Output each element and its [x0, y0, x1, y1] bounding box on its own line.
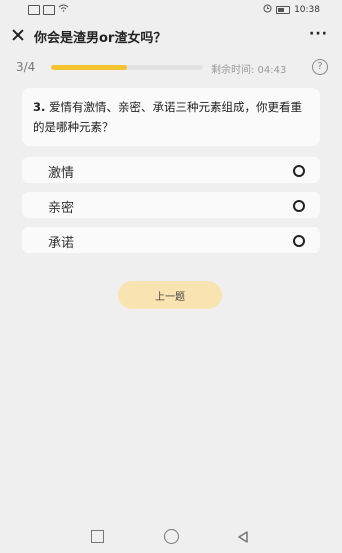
progress-fill	[51, 65, 127, 70]
status-bar: 10:38	[0, 0, 342, 18]
question-card: 3. 爱情有激情、亲密、承诺三种元素组成，你更看重的是哪种元素？	[22, 88, 320, 146]
close-icon[interactable]	[11, 28, 25, 42]
status-time: 10:38	[294, 5, 320, 15]
nav-bar: 你会是渣男or渣女吗？ ···	[0, 22, 342, 50]
more-icon[interactable]: ···	[309, 26, 328, 42]
progress-label: 3/4	[16, 60, 36, 74]
radio-icon[interactable]	[293, 165, 305, 177]
timer-text: 剩余时间: 04:43	[211, 65, 287, 76]
help-icon[interactable]: ?	[312, 59, 328, 75]
recent-apps-icon[interactable]	[91, 530, 104, 543]
option-label: 激情	[48, 166, 75, 181]
question-number: 3.	[33, 100, 46, 114]
radio-icon[interactable]	[293, 235, 305, 247]
system-nav-bar	[0, 522, 342, 552]
wifi-icon	[58, 4, 69, 15]
radio-icon[interactable]	[293, 200, 305, 212]
status-left	[28, 4, 69, 15]
progress-row: 3/4 剩余时间: 04:43 ?	[0, 56, 342, 78]
alarm-icon	[263, 4, 272, 16]
option-label: 承诺	[48, 236, 75, 251]
question-text: 3. 爱情有激情、亲密、承诺三种元素组成，你更看重的是哪种元素？	[33, 97, 313, 137]
question-body: 爱情有激情、亲密、承诺三种元素组成，你更看重的是哪种元素？	[33, 100, 303, 134]
battery-icon	[276, 6, 291, 14]
page-title: 你会是渣男or渣女吗？	[34, 31, 167, 46]
prev-question-button[interactable]: 上一题	[118, 281, 222, 309]
progress-bar	[51, 65, 203, 70]
option-item[interactable]: 激情	[22, 157, 320, 183]
signal-icon	[28, 4, 40, 15]
status-right: 10:38	[263, 4, 320, 16]
home-icon[interactable]	[164, 529, 179, 544]
signal-icon-2	[43, 4, 55, 15]
option-item[interactable]: 亲密	[22, 192, 320, 218]
back-icon[interactable]	[236, 529, 250, 543]
option-label: 亲密	[48, 201, 75, 216]
option-item[interactable]: 承诺	[22, 227, 320, 253]
